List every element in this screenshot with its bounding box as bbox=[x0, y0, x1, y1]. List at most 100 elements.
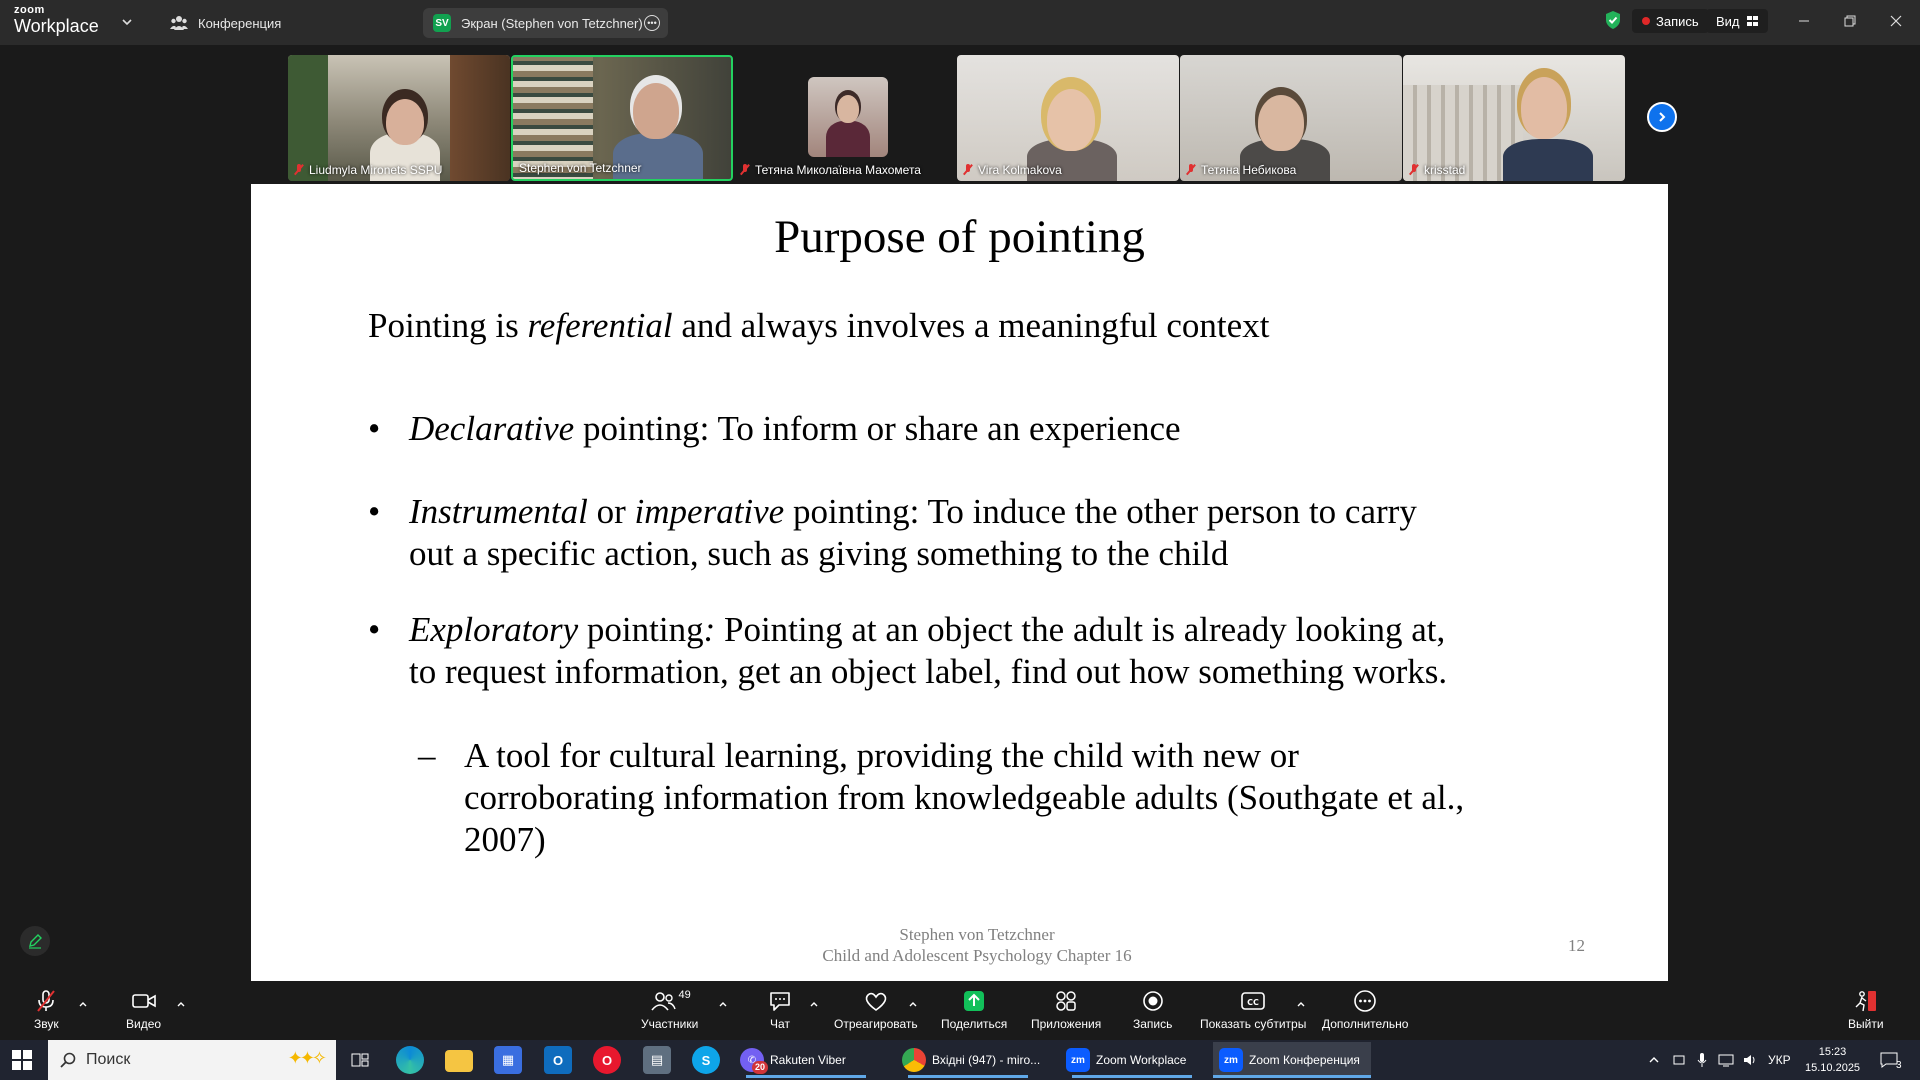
calculator-icon[interactable]: ▤ bbox=[643, 1046, 671, 1074]
participant-head bbox=[1047, 89, 1095, 151]
chevron-down-icon[interactable] bbox=[120, 15, 134, 29]
apps-button[interactable]: Приложения bbox=[1031, 989, 1101, 1035]
react-button[interactable]: Отреагировать bbox=[834, 989, 918, 1035]
microphone-icon[interactable] bbox=[1696, 1052, 1708, 1068]
video-tile[interactable]: krisstad bbox=[1403, 55, 1625, 181]
tab-screen-label: Экран (Stephen von Tetzchner) bbox=[461, 15, 643, 31]
more-button[interactable]: Дополнительно bbox=[1322, 989, 1408, 1035]
taskbar-search[interactable]: Поиск ✦✦✧ bbox=[48, 1040, 336, 1080]
notifications-button[interactable]: 3 bbox=[1880, 1040, 1902, 1080]
video-gallery-strip: Liudmyla Mironets SSPU Stephen von Tetzc… bbox=[0, 45, 1920, 184]
taskbar-app-chrome[interactable]: Вхідні (947) - miro... bbox=[896, 1042, 1046, 1078]
chevron-up-icon[interactable] bbox=[1648, 1054, 1660, 1066]
participants-button[interactable]: 49 Участники bbox=[641, 989, 698, 1035]
edge-browser-icon[interactable] bbox=[396, 1046, 424, 1074]
taskbar-app-viber[interactable]: ✆ 20 Rakuten Viber bbox=[734, 1042, 878, 1078]
outlook-icon[interactable]: O bbox=[544, 1046, 572, 1074]
search-placeholder: Поиск bbox=[86, 1051, 131, 1068]
taskbar-app-zoom-workplace[interactable]: zm Zoom Workplace bbox=[1060, 1042, 1210, 1078]
windows-taskbar: Поиск ✦✦✧ ▦ O O ▤ S ✆ 20 Rakuten Viber Вх… bbox=[0, 1040, 1920, 1080]
video-tile[interactable]: Тетяна Миколаївна Махомета bbox=[734, 55, 956, 181]
input-language[interactable]: УКР bbox=[1768, 1053, 1791, 1067]
participant-head bbox=[633, 83, 679, 139]
windows-start-icon[interactable] bbox=[12, 1050, 32, 1070]
participants-label: Участники bbox=[641, 1017, 699, 1031]
audio-button[interactable]: Звук bbox=[34, 989, 59, 1035]
meet-now-icon[interactable] bbox=[1672, 1053, 1686, 1067]
leave-button[interactable]: Выйти bbox=[1848, 989, 1884, 1031]
close-button[interactable] bbox=[1884, 10, 1908, 32]
apps-label: Приложения bbox=[1031, 1017, 1102, 1031]
view-button[interactable]: Вид bbox=[1706, 9, 1768, 33]
participant-head bbox=[837, 95, 859, 123]
skype-icon[interactable]: S bbox=[692, 1046, 720, 1074]
record-button[interactable]: Запись bbox=[1133, 989, 1172, 1035]
chevron-up-icon[interactable] bbox=[718, 999, 728, 1009]
chevron-up-icon[interactable] bbox=[176, 999, 186, 1009]
video-tile-active-speaker[interactable]: Stephen von Tetzchner bbox=[511, 55, 733, 181]
taskbar-app-label: Rakuten Viber bbox=[770, 1053, 846, 1067]
more-icon[interactable]: ••• bbox=[644, 15, 660, 31]
restore-button[interactable] bbox=[1838, 10, 1862, 32]
store-icon[interactable]: ▦ bbox=[494, 1046, 522, 1074]
video-button[interactable]: Видео bbox=[126, 989, 161, 1035]
tab-screen-share[interactable]: SV Экран (Stephen von Tetzchner) ••• bbox=[423, 8, 668, 38]
chevron-up-icon[interactable] bbox=[78, 999, 88, 1009]
leave-door-icon bbox=[1855, 991, 1876, 1012]
bullet-mid: or bbox=[587, 492, 635, 531]
recording-indicator[interactable]: Запись bbox=[1632, 9, 1709, 33]
video-tile[interactable]: Vira Kolmakova bbox=[957, 55, 1179, 181]
share-screen-button[interactable]: Поделиться bbox=[941, 989, 1007, 1035]
tab-conference-label: Конференция bbox=[198, 15, 282, 31]
chevron-up-icon[interactable] bbox=[809, 999, 819, 1009]
participant-body bbox=[1503, 139, 1593, 181]
shelf-background bbox=[450, 55, 510, 181]
grid-icon bbox=[1746, 16, 1758, 26]
bullet-rest: pointing bbox=[578, 610, 704, 649]
camera-icon bbox=[131, 994, 156, 1008]
running-indicator bbox=[908, 1075, 1028, 1078]
bullet-dot: • bbox=[368, 610, 381, 649]
logo-line1: zoom bbox=[14, 4, 45, 16]
closed-captions-icon: CC bbox=[1241, 992, 1265, 1010]
chevron-up-icon[interactable] bbox=[1296, 999, 1306, 1009]
chevron-up-icon[interactable] bbox=[908, 999, 918, 1009]
meeting-toolbar: Звук Видео 49 Участники Чат Отреагироват… bbox=[0, 981, 1920, 1040]
view-label: Вид bbox=[1716, 13, 1740, 29]
participant-name-text: Vira Kolmakova bbox=[978, 163, 1062, 177]
file-explorer-icon[interactable] bbox=[445, 1050, 473, 1072]
leave-label: Выйти bbox=[1848, 1017, 1884, 1031]
bullet-emphasis-2: imperative bbox=[634, 492, 785, 531]
minimize-button[interactable] bbox=[1792, 10, 1816, 32]
opera-icon[interactable]: O bbox=[593, 1046, 621, 1074]
participant-head bbox=[1258, 95, 1304, 151]
captions-button[interactable]: CC Показать субтитры bbox=[1200, 989, 1306, 1035]
search-icon bbox=[60, 1052, 76, 1068]
gallery-next-button[interactable] bbox=[1647, 102, 1677, 132]
recording-dot-icon bbox=[1642, 17, 1650, 25]
speaker-icon[interactable] bbox=[1742, 1053, 1758, 1067]
participant-body bbox=[826, 121, 870, 157]
annotate-button[interactable] bbox=[20, 926, 50, 956]
participants-count: 49 bbox=[678, 989, 691, 1001]
participant-avatar bbox=[808, 77, 888, 157]
record-label: Запись bbox=[1133, 1017, 1173, 1031]
intro-text-end: and always involves a meaningful context bbox=[672, 306, 1270, 345]
minimize-icon bbox=[1799, 20, 1809, 22]
participant-name: Vira Kolmakova bbox=[963, 163, 1062, 177]
video-tile[interactable]: Liudmyla Mironets SSPU bbox=[288, 55, 510, 181]
intro-emphasis: referential bbox=[527, 306, 673, 345]
network-icon[interactable] bbox=[1718, 1053, 1734, 1067]
bullet-text: Declarative pointing: To inform or share… bbox=[409, 408, 1459, 450]
mic-muted-icon bbox=[37, 990, 56, 1012]
taskbar-clock[interactable]: 15:23 15.10.2025 bbox=[1805, 1044, 1860, 1076]
sv-avatar-badge: SV bbox=[433, 14, 451, 32]
video-tile[interactable]: Тетяна Небикова bbox=[1180, 55, 1402, 181]
apps-icon bbox=[1056, 991, 1076, 1011]
task-view-icon[interactable] bbox=[346, 1046, 374, 1074]
taskbar-app-zoom-meeting[interactable]: zm Zoom Конференция bbox=[1213, 1042, 1371, 1078]
encryption-shield-icon[interactable] bbox=[1604, 10, 1622, 30]
chat-button[interactable]: Чат bbox=[767, 989, 793, 1035]
restore-icon bbox=[1844, 15, 1856, 27]
tab-conference[interactable]: Конференция bbox=[160, 8, 291, 38]
